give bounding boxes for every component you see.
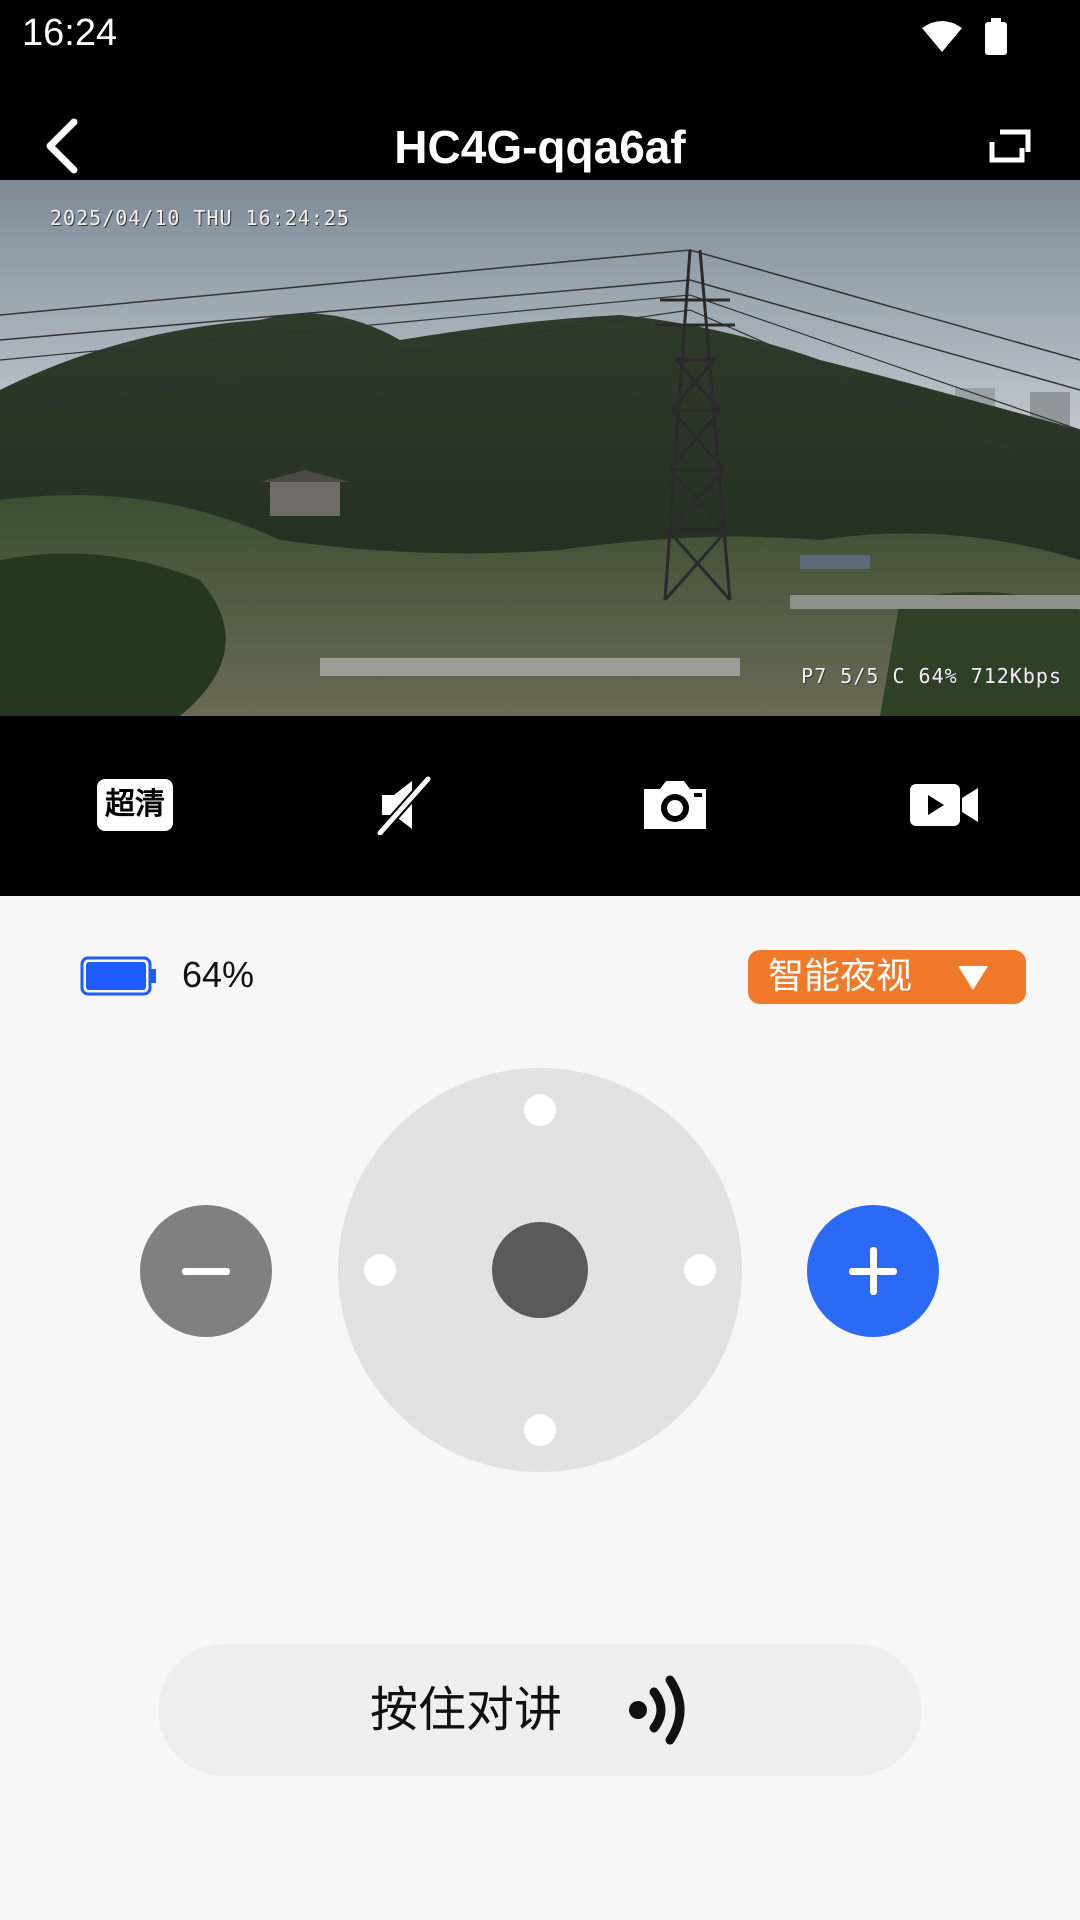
caret-down-icon [958,966,988,990]
video-record-icon [910,784,978,826]
video-toolbar: 超清 [0,716,1080,896]
battery-fill [86,962,146,990]
ptz-joystick[interactable] [338,1068,742,1472]
video-timestamp: 2025/04/10 THU 16:24:25 [50,206,350,230]
night-vision-label: 智能夜视 [768,956,913,997]
push-to-talk-label: 按住对讲 [370,1682,563,1738]
night-vision-dropdown[interactable]: 智能夜视 [748,950,1026,1004]
live-video[interactable]: 2025/04/10 THU 16:24:25 P7 5/5 C 64% 712… [0,180,1080,716]
quality-label: 超清 [97,779,173,831]
battery-icon [985,18,1007,55]
sound-waves-icon [629,1675,685,1745]
record-button[interactable] [908,770,980,840]
page-title: HC4G-qqa6af [394,121,686,173]
battery-percent: 64% [182,954,255,995]
push-to-talk-button[interactable]: 按住对讲 [158,1644,922,1776]
joystick-knob[interactable] [492,1222,588,1318]
fullscreen-button[interactable] [988,128,1032,164]
fullscreen-icon [989,129,1031,163]
video-frame [0,180,1080,716]
ptz-down-dot[interactable] [524,1414,556,1446]
status-bar: 16:24 [0,0,1080,72]
snapshot-button[interactable] [636,770,714,840]
ptz-left-dot[interactable] [364,1254,396,1286]
zoom-out-button[interactable] [140,1205,272,1337]
mute-button[interactable] [370,770,442,840]
zoom-in-button[interactable] [807,1205,939,1337]
battery-indicator [80,956,158,996]
battery-level-icon [80,956,156,996]
ptz-up-dot[interactable] [524,1094,556,1126]
status-time: 16:24 [22,12,118,54]
wifi-icon [922,21,962,52]
quality-button[interactable]: 超清 [94,770,176,840]
status-icons [922,18,1008,56]
ptz-right-dot[interactable] [684,1254,716,1286]
camera-icon [644,781,706,829]
mute-icon [376,776,432,835]
video-stats: P7 5/5 C 64% 712Kbps [801,664,1062,688]
title-bar: HC4G-qqa6af [0,72,1080,180]
